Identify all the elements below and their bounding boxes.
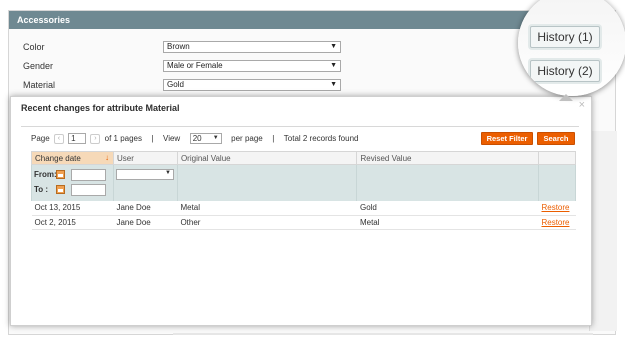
chevron-down-icon: ▼	[330, 81, 337, 88]
restore-link[interactable]: Restore	[541, 218, 569, 227]
to-date-input[interactable]	[71, 183, 106, 196]
row-date: Oct 2, 2015	[31, 215, 114, 230]
modal-divider	[21, 126, 579, 127]
material-select[interactable]: Gold ▼	[163, 79, 341, 91]
user-filter-cell: ▼	[112, 164, 178, 201]
attr-row-material: Material Gold ▼	[23, 79, 343, 92]
table-row: Oct 13, 2015 Jane Doe Metal Gold Restore	[31, 201, 576, 216]
pager-separator: |	[272, 134, 275, 143]
attr-row-color: Color Brown ▼	[23, 41, 343, 54]
to-filter: To :	[34, 183, 111, 196]
to-label: To :	[34, 185, 49, 194]
per-page-select[interactable]: 20 ▼	[189, 133, 222, 144]
attr-row-gender: Gender Male or Female ▼	[23, 60, 343, 73]
magnifier-bubble: History (1) History (2)	[518, 0, 625, 96]
modal-title: Recent changes for attribute Material	[21, 103, 180, 113]
per-page-value: 20	[192, 134, 202, 144]
col-change-date[interactable]: Change date ↓	[31, 151, 114, 165]
calendar-icon[interactable]	[56, 170, 65, 179]
date-filter-cell: From: To :	[31, 164, 114, 201]
pager-total: Total 2 records found	[283, 134, 359, 143]
chevron-down-icon: ▼	[330, 62, 337, 69]
history-modal: Recent changes for attribute Material × …	[10, 96, 592, 326]
material-select-value: Gold	[167, 80, 184, 89]
prev-page-icon[interactable]: ‹	[53, 133, 64, 144]
page-input[interactable]: 1	[68, 133, 87, 144]
restore-link[interactable]: Restore	[541, 203, 569, 212]
row-original: Other	[177, 215, 357, 230]
filter-row: From: To : ▼	[31, 164, 577, 201]
history-2-button[interactable]: History (2)	[530, 60, 600, 82]
changes-grid: Change date ↓ User Original Value Revise…	[31, 151, 577, 230]
color-select-value: Brown	[167, 42, 190, 51]
pager-of-pages: of 1 pages	[104, 134, 142, 143]
pager-view-label: View	[163, 134, 181, 143]
grid-header-row: Change date ↓ User Original Value Revise…	[31, 151, 577, 165]
chevron-down-icon: ▼	[212, 135, 219, 141]
row-revised: Metal	[356, 215, 539, 230]
col-original-value[interactable]: Original Value	[176, 151, 358, 165]
col-action	[537, 151, 577, 165]
from-date-input[interactable]	[71, 168, 106, 181]
chevron-down-icon: ▼	[330, 43, 337, 50]
gender-select-value: Male or Female	[167, 61, 223, 70]
user-filter-select[interactable]: ▼	[115, 169, 174, 180]
pager-page-label: Page	[31, 134, 50, 143]
row-user: Jane Doe	[113, 215, 178, 230]
row-date: Oct 13, 2015	[31, 201, 114, 216]
close-icon[interactable]: ×	[579, 99, 585, 111]
row-user: Jane Doe	[113, 201, 178, 216]
attr-label-color: Color	[23, 42, 45, 52]
from-label: From:	[34, 170, 57, 179]
gender-select[interactable]: Male or Female ▼	[163, 60, 341, 72]
pager-separator: |	[151, 134, 154, 143]
action-filter-cell	[537, 164, 577, 201]
next-page-icon[interactable]: ›	[90, 133, 101, 144]
pager-per-page: per page	[231, 134, 263, 143]
calendar-icon[interactable]	[56, 185, 65, 194]
original-filter-cell	[176, 164, 358, 201]
chevron-down-icon: ▼	[165, 170, 171, 176]
row-revised: Gold	[356, 201, 539, 216]
search-button[interactable]: Search	[537, 132, 575, 145]
attr-label-gender: Gender	[23, 61, 54, 71]
row-action-cell: Restore	[538, 215, 576, 230]
side-strip	[589, 131, 617, 331]
revised-filter-cell	[356, 164, 539, 201]
row-original: Metal	[177, 201, 357, 216]
pager: Page ‹ 1 › of 1 pages | View 20 ▼ per pa…	[31, 133, 358, 147]
reset-filter-button[interactable]: Reset Filter	[481, 132, 533, 145]
history-1-button[interactable]: History (1)	[530, 26, 600, 48]
row-action-cell: Restore	[538, 201, 576, 216]
col-change-date-label: Change date	[35, 153, 81, 163]
col-revised-value[interactable]: Revised Value	[356, 151, 539, 165]
sort-down-icon: ↓	[104, 153, 109, 162]
col-user[interactable]: User	[112, 151, 178, 165]
bottom-strip	[173, 333, 593, 335]
table-row: Oct 2, 2015 Jane Doe Other Metal Restore	[31, 215, 576, 230]
from-filter: From:	[34, 168, 111, 181]
color-select[interactable]: Brown ▼	[163, 41, 341, 53]
bubble-pointer	[559, 94, 573, 101]
attr-label-material: Material	[23, 80, 56, 90]
